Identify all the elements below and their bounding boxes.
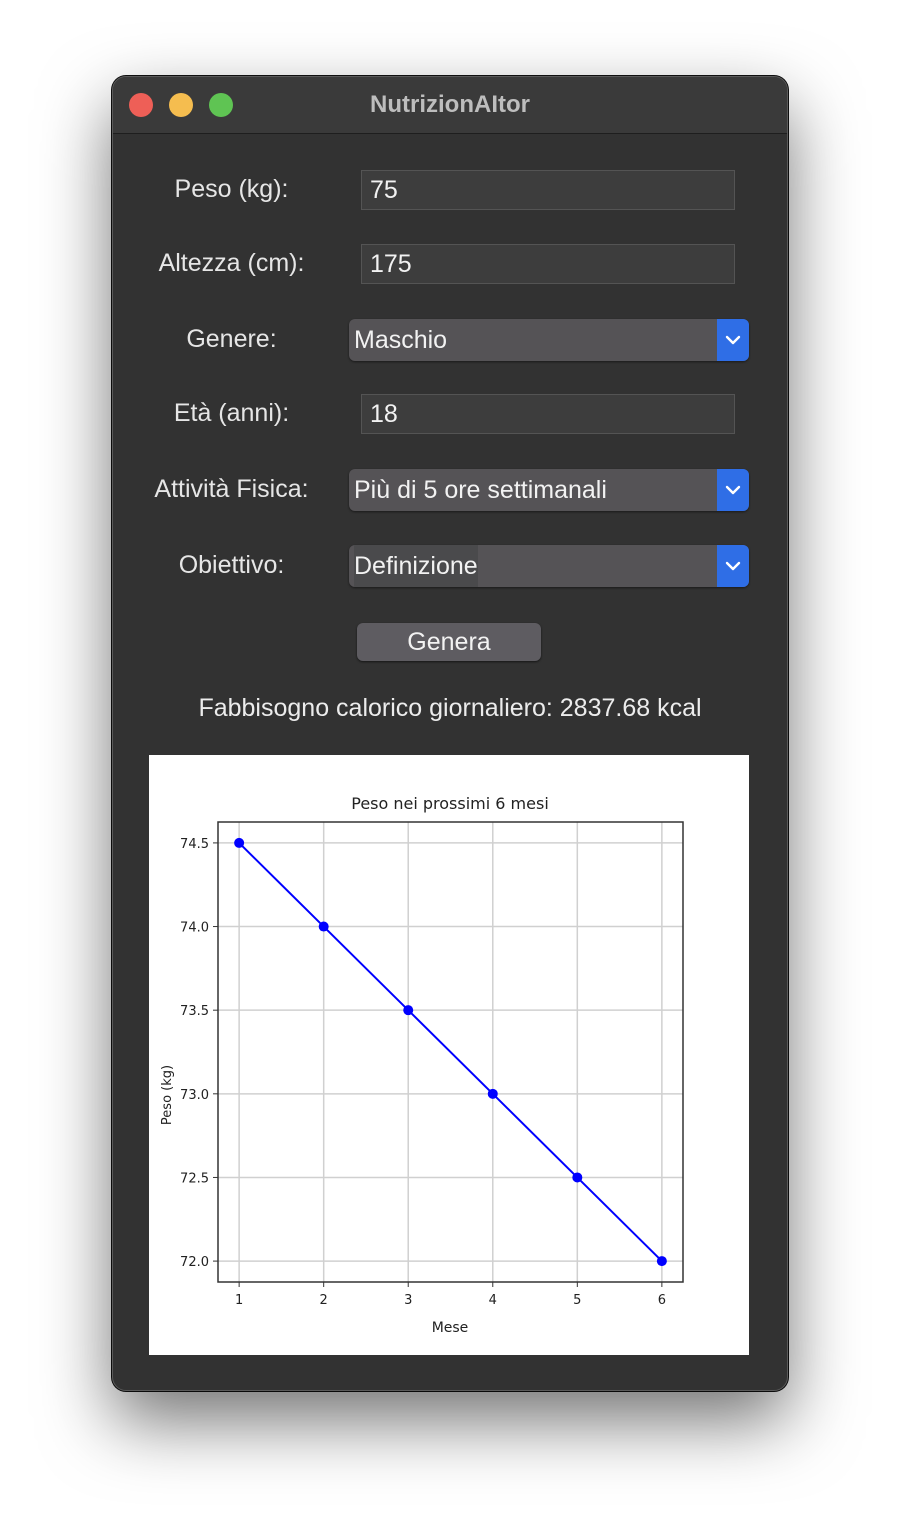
goal-select-value: Definizione xyxy=(354,545,478,587)
x-tick-label: 3 xyxy=(404,1293,412,1308)
height-input[interactable]: 175 xyxy=(361,244,735,284)
gender-select[interactable]: Maschio xyxy=(349,319,749,361)
gender-label: Genere: xyxy=(186,325,277,353)
data-point xyxy=(318,921,329,932)
title-bar: NutrizionAItor xyxy=(113,77,787,134)
series-line xyxy=(238,842,663,1262)
data-point xyxy=(656,1256,667,1267)
gender-select-value: Maschio xyxy=(354,326,448,354)
chevron-down-icon[interactable] xyxy=(717,469,749,511)
weight-input[interactable]: 75 xyxy=(361,170,735,210)
data-point xyxy=(234,837,245,848)
activity-select[interactable]: Più di 5 ore settimanali xyxy=(349,469,749,511)
x-tick-label: 6 xyxy=(658,1293,666,1308)
generate-button[interactable]: Genera xyxy=(357,623,541,661)
x-tick-label: 5 xyxy=(573,1293,581,1308)
chevron-down-icon[interactable] xyxy=(717,319,749,361)
y-tick-label: 72.0 xyxy=(180,1255,209,1270)
chart-x-label: Mese xyxy=(432,1320,469,1336)
data-point xyxy=(403,1005,414,1016)
chart-title: Peso nei prossimi 6 mesi xyxy=(351,794,549,813)
data-point xyxy=(572,1172,583,1183)
x-tick-label: 2 xyxy=(320,1293,328,1308)
y-tick-label: 73.0 xyxy=(180,1088,209,1103)
activity-label: Attività Fisica: xyxy=(154,475,309,503)
window-title: NutrizionAItor xyxy=(370,91,530,118)
chart-svg: Peso nei prossimi 6 mesi Mese Peso (kg) … xyxy=(160,794,684,1336)
x-tick-label: 1 xyxy=(235,1293,243,1308)
activity-select-value: Più di 5 ore settimanali xyxy=(354,476,607,504)
x-tick-label: 4 xyxy=(489,1293,497,1308)
weight-label: Peso (kg): xyxy=(174,175,289,203)
chart-y-label: Peso (kg) xyxy=(160,1065,175,1125)
age-label: Età (anni): xyxy=(173,399,290,427)
chevron-down-icon[interactable] xyxy=(717,545,749,587)
y-tick-label: 74.0 xyxy=(180,921,209,936)
y-tick-label: 72.5 xyxy=(180,1171,209,1186)
goal-select[interactable]: Definizione xyxy=(349,545,749,587)
app-window: NutrizionAItor Peso (kg): 75 Altezza (cm… xyxy=(112,76,788,1391)
calorie-result: Fabbisogno calorico giornaliero: 2837.68… xyxy=(198,694,702,722)
y-tick-label: 74.5 xyxy=(180,837,209,852)
y-tick-label: 73.5 xyxy=(180,1004,209,1019)
height-label: Altezza (cm): xyxy=(158,249,305,277)
age-input[interactable]: 18 xyxy=(361,394,735,434)
goal-label: Obiettivo: xyxy=(178,551,285,579)
data-point xyxy=(487,1088,498,1099)
weight-chart: Peso nei prossimi 6 mesi Mese Peso (kg) … xyxy=(149,755,749,1355)
